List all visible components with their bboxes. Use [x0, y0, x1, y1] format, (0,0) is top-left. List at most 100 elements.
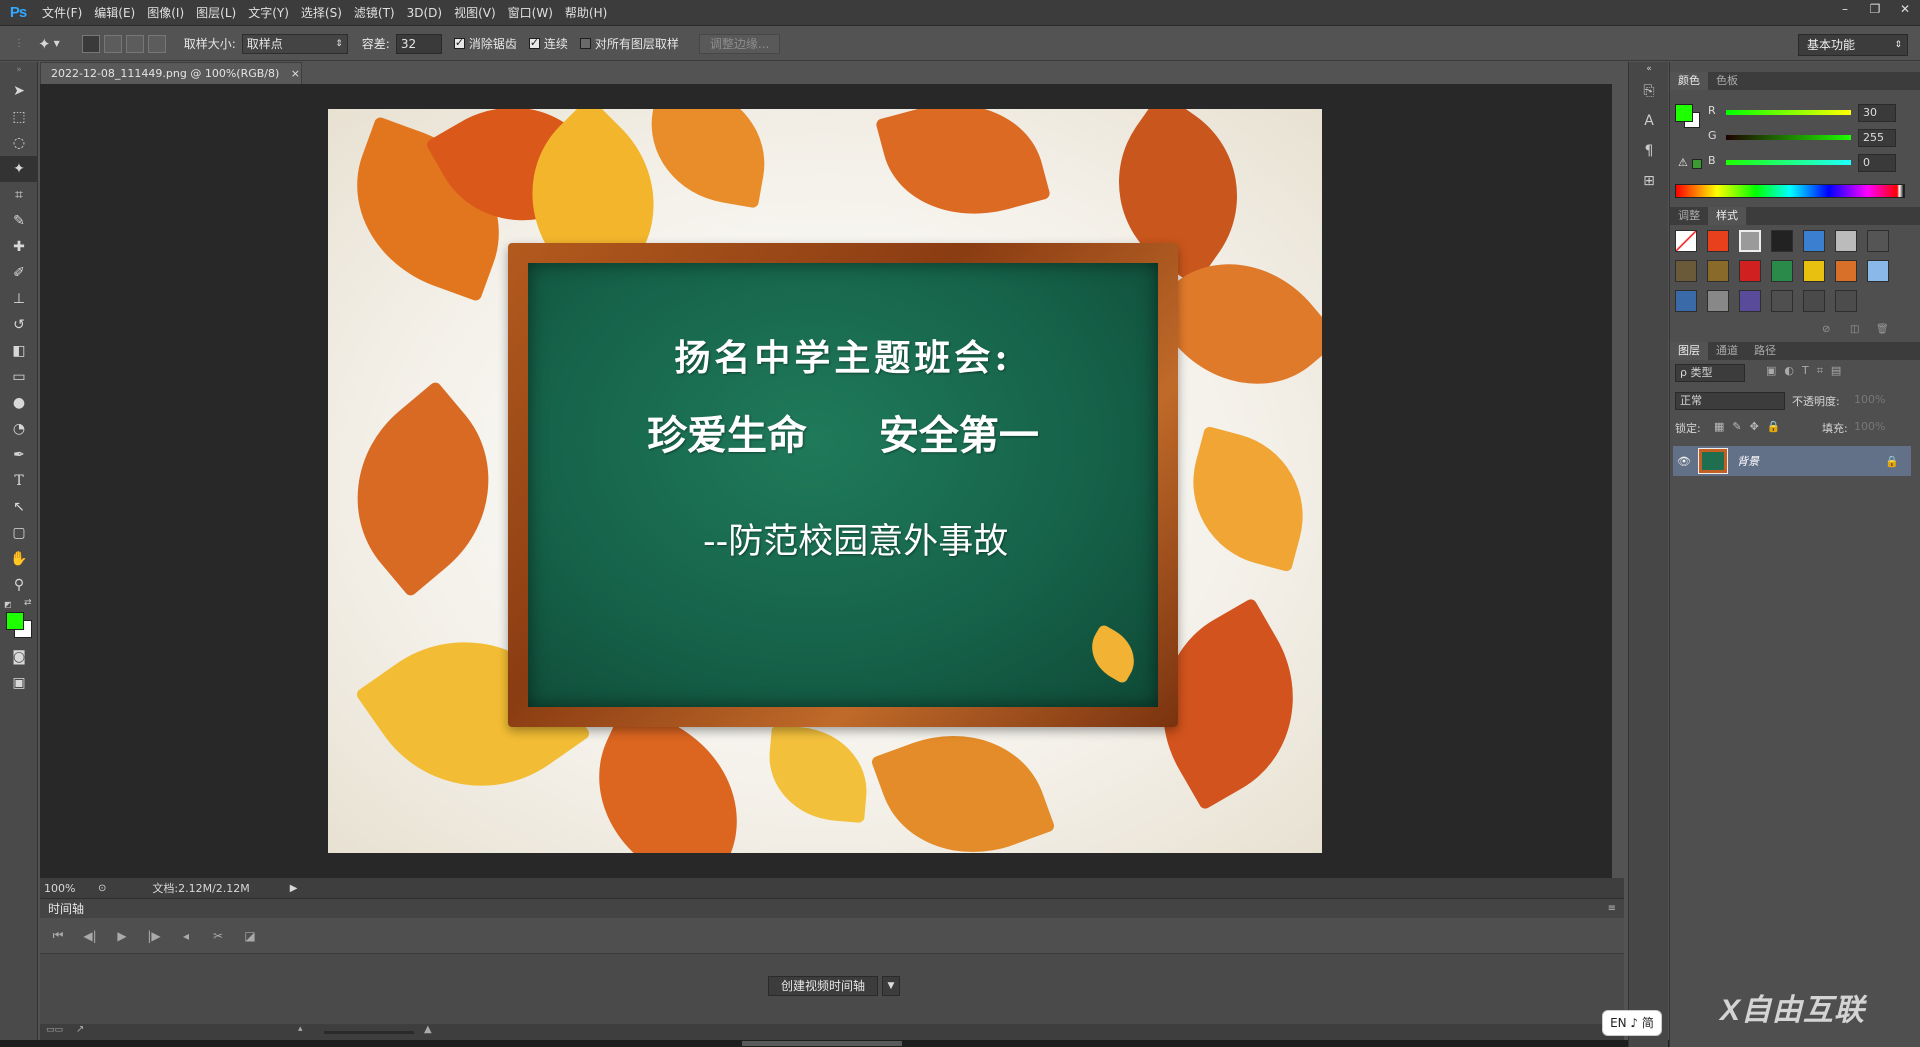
minimize-button[interactable]: –	[1830, 0, 1860, 20]
split-icon[interactable]: ✂	[202, 929, 234, 943]
tab-swatches[interactable]: 色板	[1708, 72, 1746, 90]
clear-style-icon[interactable]: ⊘	[1822, 324, 1830, 335]
paragraph-panel-icon[interactable]: ¶	[1629, 136, 1669, 166]
document-tab[interactable]: 2022-12-08_111449.png @ 100%(RGB/8) ×	[40, 62, 302, 84]
transition-icon[interactable]: ◪	[234, 929, 266, 943]
close-button[interactable]: ✕	[1890, 0, 1920, 20]
convert-icon[interactable]: ↗	[76, 1024, 84, 1035]
style-swatch[interactable]	[1707, 290, 1729, 312]
menu-filter[interactable]: 滤镜(T)	[348, 0, 401, 26]
menu-view[interactable]: 视图(V)	[448, 0, 502, 26]
blend-mode-select[interactable]: 正常	[1675, 392, 1785, 410]
zoom-in-icon[interactable]: ▲	[424, 1024, 432, 1035]
sample-all-layers-checkbox[interactable]	[579, 38, 591, 49]
stamp-tool-icon[interactable]: ⊥	[0, 286, 38, 312]
restore-button[interactable]: ❐	[1860, 0, 1890, 20]
collapse-icon[interactable]: «	[1629, 62, 1669, 76]
add-selection-button[interactable]	[103, 34, 122, 53]
style-swatch[interactable]	[1771, 260, 1793, 282]
style-swatch[interactable]	[1835, 260, 1857, 282]
frame-rate-icon[interactable]: ▭▭	[46, 1025, 63, 1035]
eraser-tool-icon[interactable]: ◧	[0, 338, 38, 364]
history-brush-tool-icon[interactable]: ↺	[0, 312, 38, 338]
tab-adjustments[interactable]: 调整	[1670, 207, 1708, 225]
green-slider[interactable]: G 255	[1708, 129, 1908, 149]
tab-layers[interactable]: 图层	[1670, 342, 1708, 360]
menu-file[interactable]: 文件(F)	[36, 0, 88, 26]
style-swatch[interactable]	[1867, 230, 1889, 252]
sample-size-select[interactable]: 取样点 ⇕	[241, 33, 348, 54]
prev-frame-icon[interactable]: ◀|	[74, 929, 106, 943]
blue-slider[interactable]: B 0	[1708, 154, 1908, 174]
crop-tool-icon[interactable]: ⌗	[0, 182, 38, 208]
status-options-icon[interactable]: ⊙	[98, 883, 106, 894]
collapse-icon[interactable]: »	[0, 62, 38, 78]
timeline-title[interactable]: 时间轴	[48, 902, 84, 916]
menu-select[interactable]: 选择(S)	[295, 0, 348, 26]
play-icon[interactable]: ▶	[106, 929, 138, 943]
document-image[interactable]: 扬名中学主题班会: 珍爱生命 安全第一 --防范校园意外事故	[328, 109, 1322, 853]
ime-indicator[interactable]: EN ♪ 简	[1602, 1010, 1662, 1036]
style-swatch[interactable]	[1803, 260, 1825, 282]
gradient-tool-icon[interactable]: ▭	[0, 364, 38, 390]
style-swatch[interactable]	[1803, 230, 1825, 252]
create-video-timeline-button[interactable]: 创建视频时间轴	[768, 976, 878, 996]
refine-edge-button[interactable]: 调整边缘...	[698, 33, 781, 54]
opacity-value[interactable]: 100%	[1854, 393, 1885, 406]
tab-channels[interactable]: 通道	[1708, 342, 1746, 360]
move-tool-icon[interactable]: ➤	[0, 78, 38, 104]
style-swatch[interactable]	[1771, 230, 1793, 252]
marquee-tool-icon[interactable]: ⬚	[0, 104, 38, 130]
shape-tool-icon[interactable]: ▢	[0, 520, 38, 546]
dodge-tool-icon[interactable]: ◔	[0, 416, 38, 442]
tab-color[interactable]: 颜色	[1670, 72, 1708, 90]
zoom-tool-icon[interactable]: ⚲	[0, 572, 38, 598]
blur-tool-icon[interactable]: ●	[0, 390, 38, 416]
swap-colors-icon[interactable]: ⇄	[24, 598, 32, 608]
style-swatch[interactable]	[1675, 260, 1697, 282]
b-track[interactable]	[1726, 160, 1851, 165]
layer-name[interactable]: 背景	[1737, 453, 1759, 469]
eyedropper-tool-icon[interactable]: ✎	[0, 208, 38, 234]
style-swatch[interactable]	[1707, 260, 1729, 282]
workspace-select[interactable]: 基本功能 ⇕	[1798, 34, 1908, 56]
style-swatch[interactable]	[1867, 260, 1889, 282]
delete-style-icon[interactable]: 🗑	[1876, 324, 1889, 335]
properties-panel-icon[interactable]: ⊞	[1629, 166, 1669, 196]
character-panel-icon[interactable]: A	[1629, 106, 1669, 136]
panel-fg-swatch[interactable]	[1675, 104, 1693, 122]
screen-mode-icon[interactable]: ▣	[0, 670, 38, 696]
hand-tool-icon[interactable]: ✋	[0, 546, 38, 572]
anti-alias-checkbox[interactable]	[453, 36, 465, 49]
g-value[interactable]: 255	[1858, 129, 1896, 147]
menu-type[interactable]: 文字(Y)	[242, 0, 295, 26]
g-track[interactable]	[1726, 135, 1851, 140]
first-frame-icon[interactable]: ⏮	[42, 928, 74, 943]
b-value[interactable]: 0	[1858, 154, 1896, 172]
style-swatch[interactable]	[1739, 230, 1761, 252]
color-spectrum[interactable]	[1675, 184, 1905, 198]
panel-menu-icon[interactable]: ≡	[1608, 899, 1616, 919]
contiguous-checkbox[interactable]	[528, 36, 540, 49]
chevron-down-icon[interactable]: ▼	[54, 39, 60, 48]
quick-mask-icon[interactable]: ◙	[0, 644, 38, 670]
timeline-zoom-slider[interactable]	[324, 1031, 414, 1034]
healing-brush-tool-icon[interactable]: ✚	[0, 234, 38, 260]
style-swatch[interactable]	[1835, 230, 1857, 252]
new-selection-button[interactable]	[81, 34, 100, 53]
style-swatch[interactable]	[1771, 290, 1793, 312]
menu-image[interactable]: 图像(I)	[141, 0, 190, 26]
document-tab-close[interactable]: ×	[291, 67, 300, 80]
style-swatch[interactable]	[1739, 260, 1761, 282]
eye-icon[interactable]: 👁	[1673, 455, 1695, 468]
new-style-icon[interactable]: ◫	[1850, 324, 1859, 335]
gamut-swatch[interactable]	[1692, 159, 1702, 169]
r-track[interactable]	[1726, 110, 1851, 115]
audio-icon[interactable]: ◂	[170, 929, 202, 943]
type-tool-icon[interactable]: T	[0, 468, 38, 494]
path-selection-tool-icon[interactable]: ↖	[0, 494, 38, 520]
style-swatch[interactable]	[1835, 290, 1857, 312]
menu-layer[interactable]: 图层(L)	[190, 0, 242, 26]
style-swatch[interactable]	[1739, 290, 1761, 312]
default-colors-icon[interactable]: ◩	[4, 600, 12, 609]
